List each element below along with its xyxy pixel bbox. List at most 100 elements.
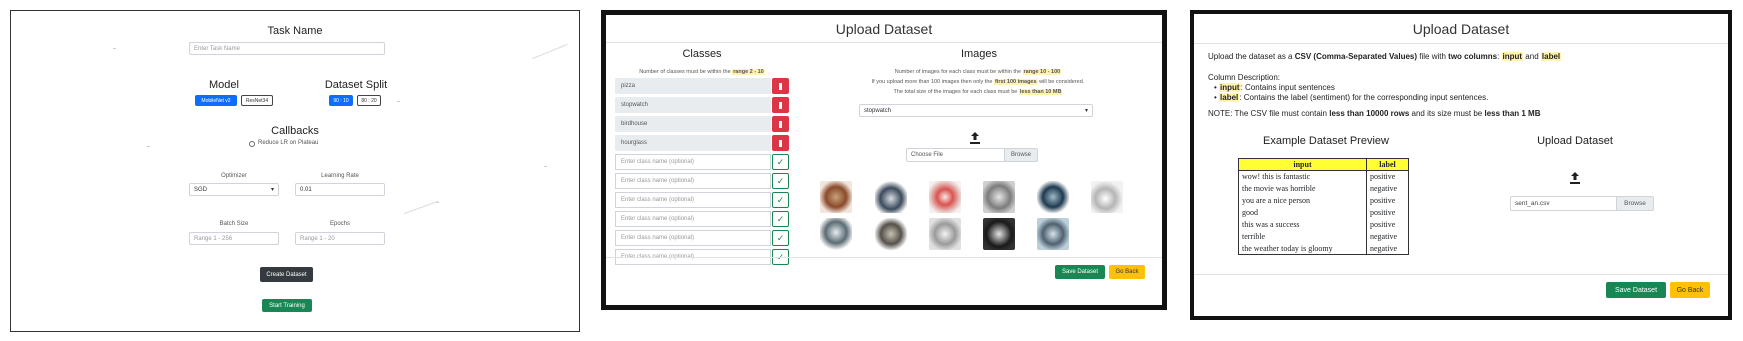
class-name-input[interactable]: Enter class name (optional) xyxy=(615,230,771,246)
class-name: stopwatch xyxy=(615,97,771,113)
upload-images-panel: Upload Dataset Classes Number of classes… xyxy=(601,10,1167,310)
check-icon[interactable]: ✓ xyxy=(772,211,789,227)
images-heading: Images xyxy=(960,48,998,60)
table-row: the movie was horrible negative xyxy=(1238,182,1409,195)
epochs-input[interactable]: Range 1 - 20 xyxy=(295,232,385,245)
cell-input: this was a success xyxy=(1238,218,1367,231)
learning-rate-input[interactable]: 0.01 xyxy=(295,183,385,196)
start-training-button[interactable]: Start Training xyxy=(262,299,312,312)
epochs-label: Epochs xyxy=(329,221,350,227)
batch-size-label: Batch Size xyxy=(219,221,249,227)
table-row: you are a nice person positive xyxy=(1238,194,1409,207)
upload-icon[interactable] xyxy=(1568,171,1582,185)
decor-dot xyxy=(113,48,116,49)
class-name-input[interactable]: Enter class name (optional) xyxy=(615,192,771,208)
callback-radio[interactable] xyxy=(249,141,255,147)
size-note: NOTE: The CSV file must contain less tha… xyxy=(1208,109,1541,118)
split-option-90-10[interactable]: 90 : 10 xyxy=(329,95,353,106)
trash-icon[interactable] xyxy=(772,97,789,113)
class-name-input[interactable]: Enter class name (optional) xyxy=(615,211,771,227)
decor-line xyxy=(532,43,568,60)
check-icon[interactable]: ✓ xyxy=(772,154,789,170)
new-class-row: Enter class name (optional) ✓ xyxy=(615,230,789,246)
task-name-input[interactable]: Enter Task Name xyxy=(189,42,385,55)
images-note-limit: If you upload more than 100 images then … xyxy=(871,79,1085,85)
trash-icon[interactable] xyxy=(772,135,789,151)
model-option-resnet[interactable]: ResNet34 xyxy=(241,95,273,106)
cell-label: positive xyxy=(1366,170,1409,183)
optimizer-select[interactable]: SGD ▾ xyxy=(189,183,279,196)
class-row: pizza xyxy=(615,78,789,94)
class-name-input[interactable]: Enter class name (optional) xyxy=(615,154,771,170)
image-thumbnail xyxy=(1091,181,1123,213)
cell-input: wow! this is fantastic xyxy=(1238,170,1367,183)
class-name: birdhouse xyxy=(615,116,771,132)
divider xyxy=(606,42,1162,43)
divider xyxy=(606,257,1162,258)
new-class-row: Enter class name (optional) ✓ xyxy=(615,211,789,227)
class-name: pizza xyxy=(615,78,771,94)
class-row: hourglass xyxy=(615,135,789,151)
table-header-label: label xyxy=(1366,158,1409,171)
preview-heading: Example Dataset Preview xyxy=(1263,135,1389,147)
upload-csv-panel: Upload Dataset Upload the dataset as a C… xyxy=(1190,10,1732,320)
new-class-row: Enter class name (optional) ✓ xyxy=(615,154,789,170)
table-row: the weather today is gloomy negative xyxy=(1238,242,1409,255)
dataset-preview-table: input label wow! this is fantastic positi… xyxy=(1238,158,1409,255)
trash-icon[interactable] xyxy=(772,116,789,132)
trash-icon[interactable] xyxy=(772,78,789,94)
model-option-mobilenet[interactable]: MobileNet v2 xyxy=(195,95,237,106)
go-back-button[interactable]: Go Back xyxy=(1670,282,1710,298)
image-thumbnail xyxy=(983,218,1015,250)
cell-input: you are a nice person xyxy=(1238,194,1367,207)
image-thumbnail xyxy=(1037,181,1069,213)
new-class-row: Enter class name (optional) ✓ xyxy=(615,192,789,208)
callbacks-label: Callbacks xyxy=(271,125,319,137)
browse-button[interactable]: Browse xyxy=(1616,196,1654,211)
cell-label: positive xyxy=(1366,194,1409,207)
class-row: stopwatch xyxy=(615,97,789,113)
cell-label: positive xyxy=(1366,206,1409,219)
table-header-input: input xyxy=(1238,158,1367,171)
split-option-80-20[interactable]: 80 : 20 xyxy=(357,95,381,106)
cell-label: positive xyxy=(1366,218,1409,231)
cell-input: the movie was horrible xyxy=(1238,182,1367,195)
divider xyxy=(1194,43,1728,44)
browse-button[interactable]: Browse xyxy=(1004,148,1038,162)
file-input[interactable]: Choose File xyxy=(906,148,1006,162)
image-thumbnail xyxy=(983,181,1015,213)
cell-label: negative xyxy=(1366,242,1409,255)
csv-file-input[interactable]: sent_an.csv xyxy=(1510,196,1618,211)
class-row: birdhouse xyxy=(615,116,789,132)
decor-dot xyxy=(147,146,150,147)
cell-label: negative xyxy=(1366,230,1409,243)
cell-input: the weather today is gloomy xyxy=(1238,242,1367,255)
class-name-input[interactable]: Enter class name (optional) xyxy=(615,173,771,189)
split-label: Dataset Split xyxy=(324,79,388,91)
chevron-down-icon: ▾ xyxy=(270,187,274,193)
page-title: Upload Dataset xyxy=(1412,21,1510,37)
check-icon[interactable]: ✓ xyxy=(772,192,789,208)
cell-input: terrible xyxy=(1238,230,1367,243)
go-back-button[interactable]: Go Back xyxy=(1109,265,1145,279)
check-icon[interactable]: ✓ xyxy=(772,173,789,189)
training-config-panel: Task Name Enter Task Name Model MobileNe… xyxy=(10,10,580,332)
new-class-row: Enter class name (optional) ✓ xyxy=(615,173,789,189)
check-icon[interactable]: ✓ xyxy=(772,230,789,246)
table-row: wow! this is fantastic positive xyxy=(1238,170,1409,183)
image-thumbnail xyxy=(1037,218,1069,250)
class-select[interactable]: stopwatch ▾ xyxy=(859,104,1093,117)
upload-heading: Upload Dataset xyxy=(1537,135,1613,147)
chevron-down-icon: ▾ xyxy=(1084,108,1088,114)
decor-dot xyxy=(397,101,400,102)
table-row: terrible negative xyxy=(1238,230,1409,243)
column-description-label: • label: Contains the label (sentiment) … xyxy=(1214,93,1489,102)
batch-size-input[interactable]: Range 1 - 256 xyxy=(189,232,279,245)
save-dataset-button[interactable]: Save Dataset xyxy=(1606,282,1666,298)
class-name: hourglass xyxy=(615,135,771,151)
callback-option-label: Reduce LR on Plateau xyxy=(258,140,319,146)
image-thumbnail xyxy=(820,181,852,213)
save-dataset-button[interactable]: Save Dataset xyxy=(1055,265,1105,279)
create-dataset-button[interactable]: Create Dataset xyxy=(260,267,313,282)
upload-icon[interactable] xyxy=(968,131,982,145)
